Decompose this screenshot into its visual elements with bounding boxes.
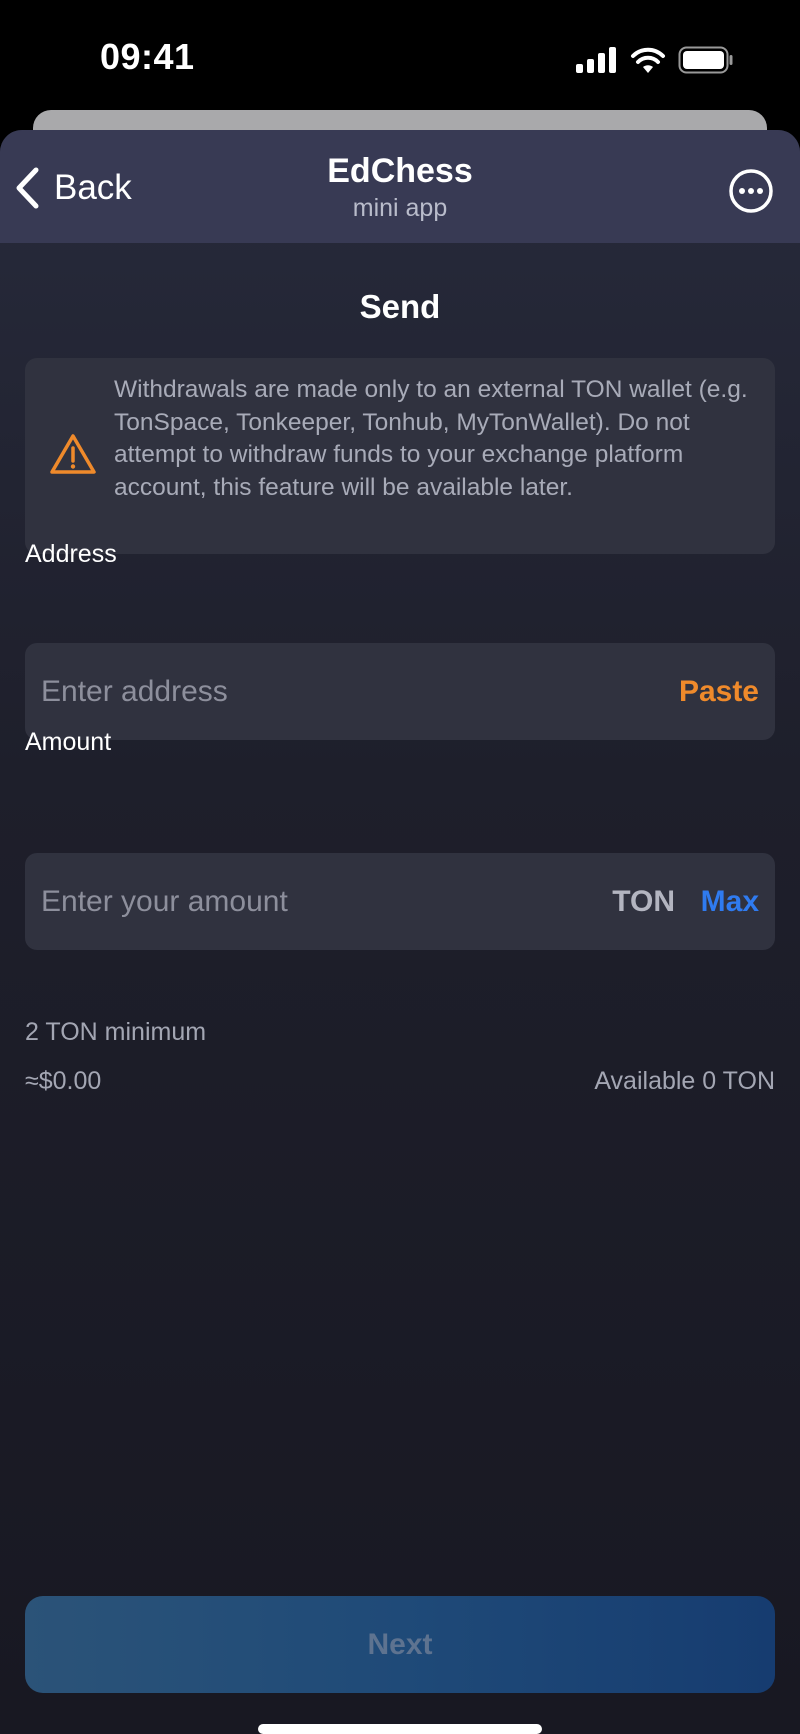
usd-equivalent: ≈$0.00: [25, 1067, 102, 1095]
minimum-amount-note: 2 TON minimum: [25, 1018, 207, 1046]
withdrawal-warning: Withdrawals are made only to an external…: [25, 358, 775, 554]
app-title: EdChess: [327, 152, 473, 190]
paste-button[interactable]: Paste: [679, 643, 759, 740]
page-title: Send: [359, 288, 441, 325]
address-label: Address: [25, 540, 117, 568]
amount-field: TON Max: [25, 853, 775, 950]
app-subtitle: mini app: [352, 194, 448, 222]
amount-label: Amount: [25, 728, 112, 756]
currency-unit: TON: [612, 885, 675, 918]
warning-text: Withdrawals are made only to an external…: [114, 376, 748, 501]
max-button[interactable]: Max: [701, 853, 759, 950]
address-field: Paste: [25, 643, 775, 740]
warning-triangle-icon: [50, 434, 96, 474]
available-balance: Available 0 TON: [594, 1067, 775, 1095]
amount-input[interactable]: [41, 853, 561, 950]
cellular-signal-icon: [576, 47, 616, 73]
nav-bar: Back EdChess mini app: [0, 130, 800, 243]
home-indicator: [258, 1724, 542, 1734]
wifi-icon: [631, 47, 665, 73]
more-options-button[interactable]: [728, 168, 774, 214]
mini-app-panel: Back EdChess mini app Send Withdrawals a…: [0, 130, 800, 1734]
status-icons: [576, 44, 734, 76]
status-bar: 09:41: [0, 0, 800, 110]
battery-icon: [678, 46, 733, 74]
next-button[interactable]: Next: [25, 1596, 775, 1693]
screen: 09:41 Back EdChess mini app Send Withdra…: [0, 0, 800, 1734]
ellipsis-circle-icon: [729, 169, 773, 213]
status-time: 09:41: [100, 36, 195, 77]
address-input[interactable]: [41, 643, 561, 740]
